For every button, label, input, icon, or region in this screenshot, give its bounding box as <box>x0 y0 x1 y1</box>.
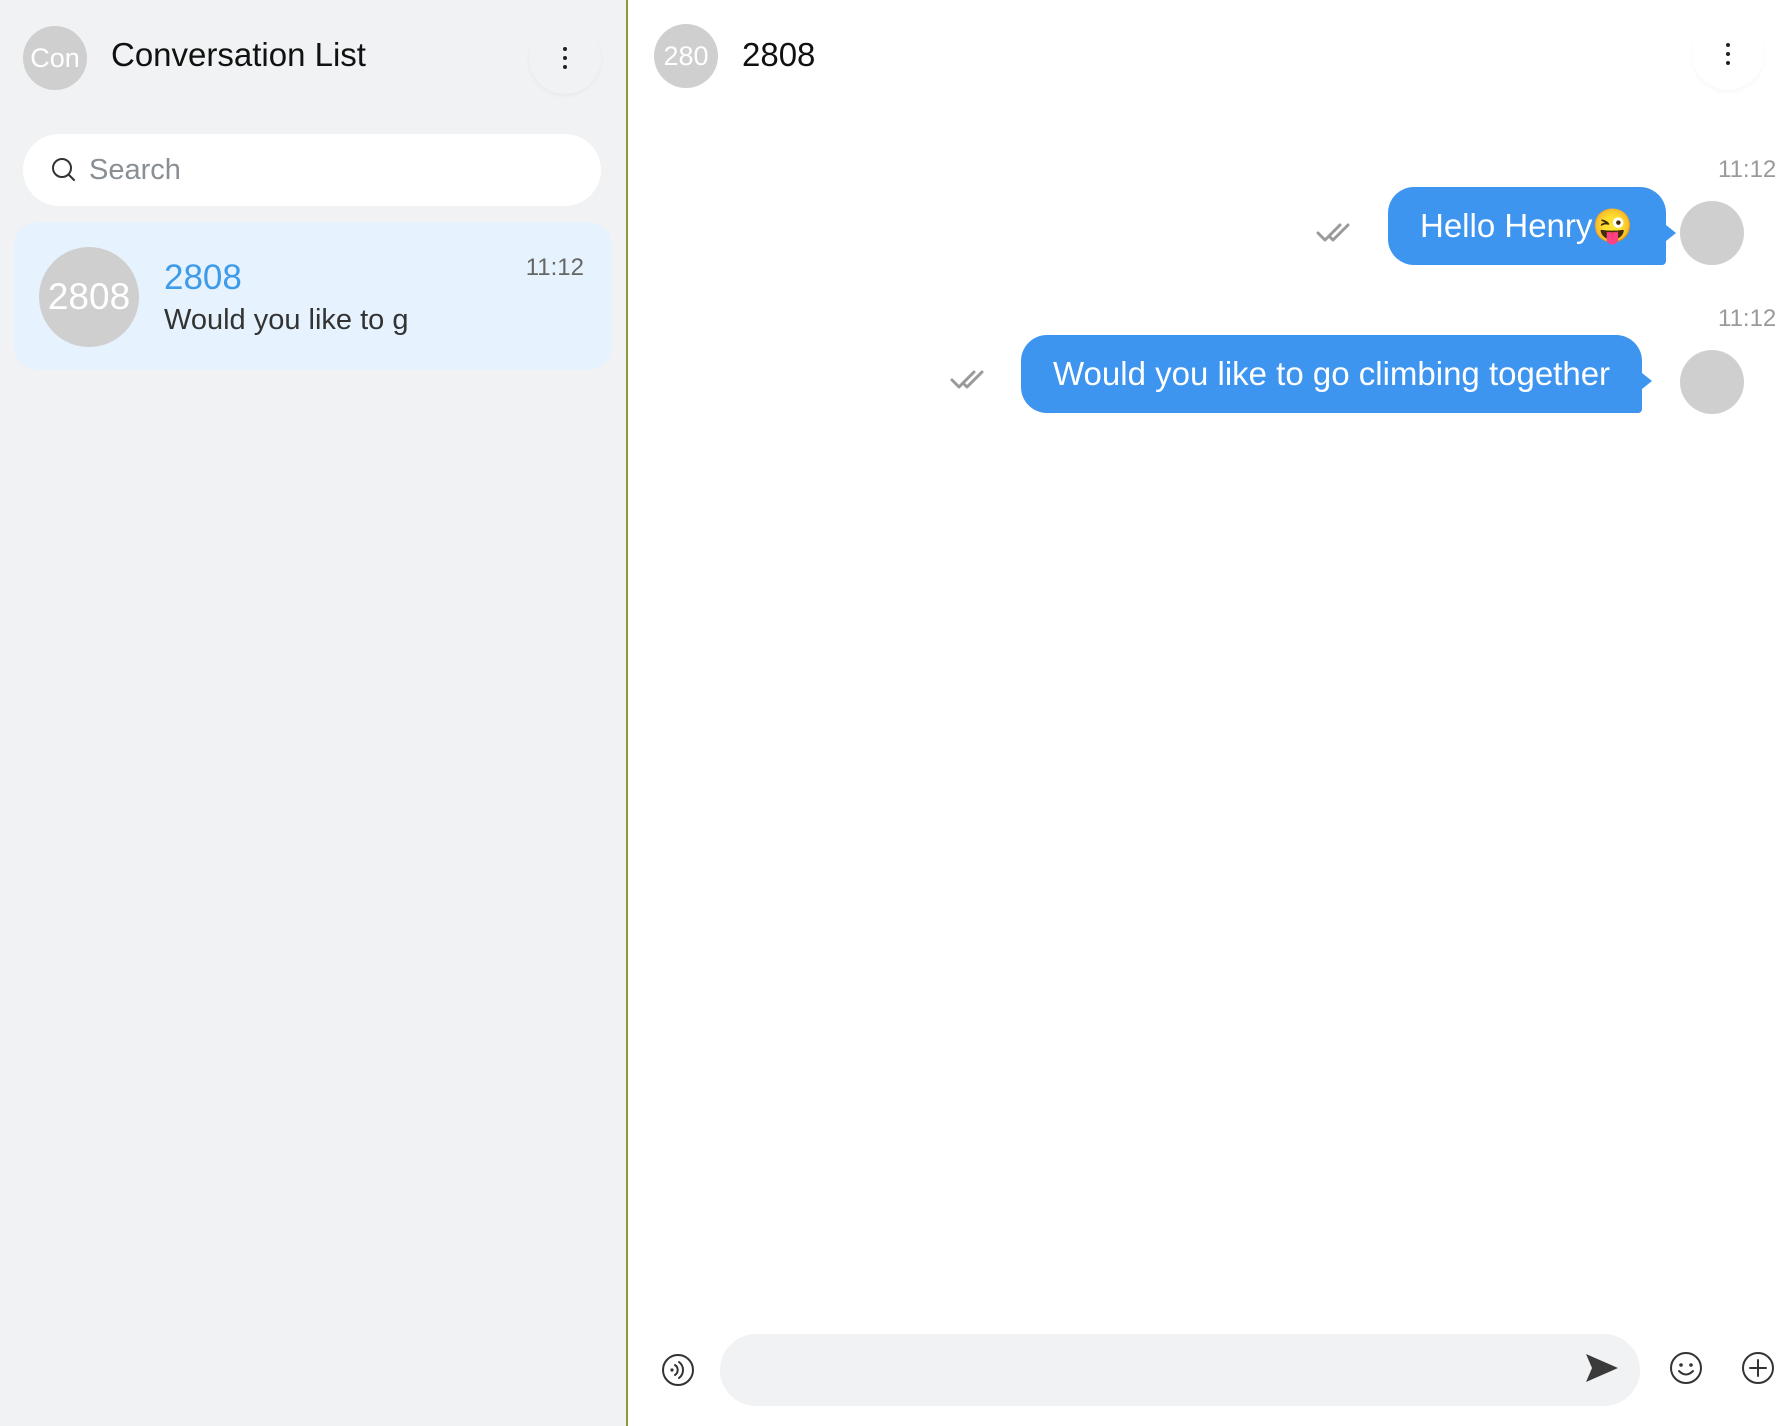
conversation-list-menu-button[interactable] <box>529 22 601 94</box>
plus-circle-icon <box>1742 1352 1774 1384</box>
chat-app: Con Conversation List 2808 2808 Would yo… <box>0 0 1784 1426</box>
voice-button[interactable] <box>658 1350 698 1390</box>
message-avatar <box>1680 350 1744 414</box>
message-avatar <box>1680 201 1744 265</box>
conversation-item[interactable]: 2808 2808 Would you like to g 11:12 <box>14 222 612 370</box>
message-input[interactable] <box>750 1334 1554 1408</box>
user-avatar[interactable]: Con <box>23 26 87 90</box>
send-icon[interactable] <box>1584 1352 1620 1384</box>
search-icon <box>52 158 75 181</box>
message-bubble[interactable]: Hello Henry😜 <box>1388 187 1675 265</box>
search-bar[interactable] <box>23 134 601 206</box>
message-input-box[interactable] <box>720 1334 1640 1408</box>
conversation-list-title: Conversation List <box>111 36 366 73</box>
conversation-name: 2808 <box>164 258 242 297</box>
message-time: 11:12 <box>1718 156 1777 183</box>
more-vertical-icon <box>1726 43 1730 65</box>
chat-panel: 280 2808 11:12 Hello Henry😜 11:12 Would … <box>628 0 1784 1426</box>
voice-icon <box>662 1354 694 1386</box>
conversation-time: 11:12 <box>525 254 584 281</box>
message-bubble[interactable]: Would you like to go climbing together <box>1021 335 1653 413</box>
add-button[interactable] <box>1738 1348 1778 1388</box>
chat-menu-button[interactable] <box>1692 18 1764 90</box>
chat-title: 2808 <box>742 36 816 73</box>
emoji-button[interactable] <box>1666 1348 1706 1388</box>
message-composer <box>628 1330 1784 1408</box>
conversation-avatar: 2808 <box>39 247 139 347</box>
message-time: 11:12 <box>1718 305 1777 332</box>
search-input[interactable] <box>87 152 571 188</box>
more-vertical-icon <box>563 47 567 69</box>
conversation-preview: Would you like to g <box>164 304 409 336</box>
emoji-icon <box>1670 1352 1702 1384</box>
double-check-icon <box>950 370 984 389</box>
conversation-list-panel: Con Conversation List 2808 2808 Would yo… <box>0 0 628 1426</box>
double-check-icon <box>1316 223 1350 242</box>
chat-avatar[interactable]: 280 <box>654 24 718 88</box>
